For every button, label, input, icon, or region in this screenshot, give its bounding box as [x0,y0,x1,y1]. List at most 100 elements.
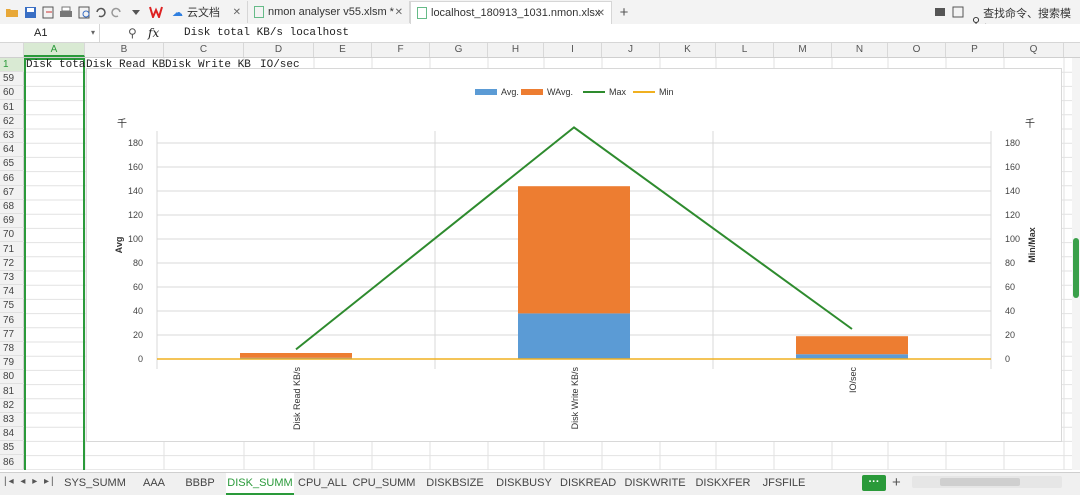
sheet-tab-disk-summ[interactable]: DISK_SUMM [226,473,294,495]
wps-logo-icon[interactable] [148,4,164,20]
column-header-n[interactable]: N [832,43,888,57]
print-preview-icon[interactable] [76,4,92,20]
row-header-85[interactable]: 85 [0,441,24,456]
y-tick-label: 60 [133,282,143,292]
open-folder-icon[interactable] [4,4,20,20]
row-header-83[interactable]: 83 [0,413,24,427]
row-header-65[interactable]: 65 [0,157,24,172]
bar-wavg-1 [518,186,630,314]
scroll-thumb[interactable] [1073,238,1079,298]
row-header-82[interactable]: 82 [0,399,24,413]
column-header-k[interactable]: K [660,43,716,57]
column-header-e[interactable]: E [314,43,372,57]
row-header-74[interactable]: 74 [0,285,24,300]
sheet-tab-diskwrite[interactable]: DISKWRITE [620,473,690,493]
legend-swatch [475,89,497,95]
save-icon[interactable] [22,4,38,20]
column-header-c[interactable]: C [164,43,244,57]
disk-summary-chart[interactable]: 0 0 20 20 40 40 60 60 80 80 100 100 120 120 140 140 160 1… [86,68,1062,442]
column-header-f[interactable]: F [372,43,430,57]
column-header-d[interactable]: D [244,43,314,57]
column-header-j[interactable]: J [602,43,660,57]
undo-icon[interactable] [92,4,108,20]
column-header-i[interactable]: I [544,43,602,57]
row-header-63[interactable]: 63 [0,129,24,143]
row-header-78[interactable]: 78 [0,342,24,356]
close-icon[interactable]: ✕ [597,8,605,19]
row-header-71[interactable]: 71 [0,243,24,257]
close-icon[interactable]: ✕ [395,7,403,18]
column-header-a[interactable]: A [24,43,85,57]
tab-localhost-nmon[interactable]: localhost_180913_1031.nmon.xlsx ✕ [410,1,612,24]
row-header-60[interactable]: 60 [0,86,24,101]
column-header-p[interactable]: P [946,43,1004,57]
name-box[interactable]: A1 ▾ [0,24,100,42]
sheet-tab-bar: |◂ ◂ ▸ ▸| SYS_SUMM AAA BBBP DISK_SUMM CPU_AL… [0,472,1080,495]
y2-tick-label: 80 [1005,258,1015,268]
vertical-scrollbar[interactable] [1072,58,1080,470]
row-header-66[interactable]: 66 [0,172,24,186]
column-header-h[interactable]: H [488,43,544,57]
row-header-86[interactable]: 86 [0,456,24,470]
customize-dropdown-icon[interactable] [128,4,144,20]
formula-input[interactable]: Disk total KB/s localhost [184,24,349,42]
column-header-q[interactable]: Q [1004,43,1064,57]
row-header-68[interactable]: 68 [0,200,24,214]
sheet-tab-aaa[interactable]: AAA [134,473,174,493]
sheet-tab-diskbsize[interactable]: DISKBSIZE [422,473,488,493]
sheet-tab-cpu-all[interactable]: CPU_ALL [298,473,347,493]
fx-button[interactable]: fx [148,24,159,42]
column-header-l[interactable]: L [716,43,774,57]
zoom-search-icon[interactable]: ⚲ [128,26,137,40]
row-header-84[interactable]: 84 [0,427,24,442]
cell-a1[interactable]: Disk tota [26,58,85,72]
sheet-tab-bbbp[interactable]: BBBP [178,473,222,493]
sheet-tab-jfsfile[interactable]: JFSFILE [756,473,812,493]
row-header-76[interactable]: 76 [0,314,24,328]
row-headers: 1 59 60 61 62 63 64 65 66 67 68 69 70 71 72 73 74 75 76 77 7… [0,58,24,470]
column-header-b[interactable]: B [85,43,164,57]
name-box-dropdown-icon[interactable]: ▾ [91,24,95,42]
tab-nmon-analyser[interactable]: nmon analyser v55.xlsm * ✕ [248,1,410,23]
redo-icon[interactable] [108,4,124,20]
column-header-m[interactable]: M [774,43,832,57]
row-header-69[interactable]: 69 [0,214,24,229]
add-sheet-icon[interactable]: + [892,474,901,491]
column-header-g[interactable]: G [430,43,488,57]
sheet-tab-cpu-summ[interactable]: CPU_SUMM [350,473,418,493]
row-header-73[interactable]: 73 [0,271,24,285]
x-tick-label: Disk Read KB/s [292,367,302,431]
row-header-59[interactable]: 59 [0,72,24,87]
minimize-ribbon-icon[interactable] [932,4,948,20]
sheet-tab-diskread[interactable]: DISKREAD [560,473,616,493]
row-header-72[interactable]: 72 [0,257,24,271]
row-header-75[interactable]: 75 [0,299,24,314]
y2-tick-label: 40 [1005,306,1015,316]
close-icon[interactable]: ✕ [233,7,241,18]
tab-cloud-docs[interactable]: ☁ 云文档 ✕ [166,1,248,23]
new-tab-plus-icon[interactable]: + [616,4,632,21]
row-header-70[interactable]: 70 [0,228,24,243]
sheet-tab-diskxfer[interactable]: DISKXFER [694,473,752,493]
print-icon[interactable] [58,4,74,20]
export-icon[interactable] [40,4,56,20]
horizontal-scroll-thumb[interactable] [940,478,1020,486]
row-header-77[interactable]: 77 [0,328,24,342]
row-header-64[interactable]: 64 [0,143,24,158]
select-all-corner[interactable] [0,43,24,57]
more-sheets-icon[interactable]: ··· [862,475,886,491]
row-header-61[interactable]: 61 [0,101,24,115]
sheet-tab-diskbusy[interactable]: DISKBUSY [492,473,556,493]
skin-icon[interactable] [950,4,966,20]
horizontal-scrollbar[interactable] [912,476,1062,488]
row-header-79[interactable]: 79 [0,356,24,371]
row-header-81[interactable]: 81 [0,385,24,399]
row-header-1[interactable]: 1 [0,58,24,72]
row-header-62[interactable]: 62 [0,115,24,129]
tab-label: 云文档 [187,7,220,19]
row-header-80[interactable]: 80 [0,370,24,385]
column-header-o[interactable]: O [888,43,946,57]
sheet-tab-sys-summ[interactable]: SYS_SUMM [60,473,130,493]
row-header-67[interactable]: 67 [0,186,24,200]
sheet-nav-arrows-icon[interactable]: |◂ ◂ ▸ ▸| [4,476,56,487]
